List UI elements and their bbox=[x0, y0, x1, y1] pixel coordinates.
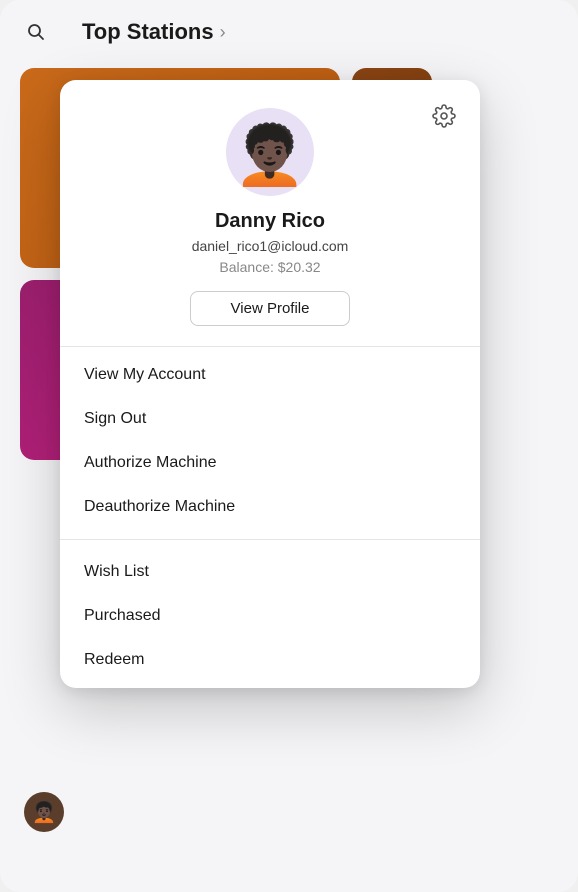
settings-button[interactable] bbox=[428, 100, 460, 132]
menu-item-purchased[interactable]: Purchased bbox=[60, 594, 480, 638]
menu-item-deauthorize[interactable]: Deauthorize Machine bbox=[60, 485, 480, 529]
page-title: Top Stations › bbox=[82, 19, 226, 45]
menu-item-view-account[interactable]: View My Account bbox=[60, 353, 480, 397]
app-background: Top Stations › Music C A Music 🧑🏿‍🦱 bbox=[0, 0, 578, 892]
menu-item-wish-list[interactable]: Wish List bbox=[60, 550, 480, 594]
menu-item-authorize[interactable]: Authorize Machine bbox=[60, 441, 480, 485]
menu-section-1: View My Account Sign Out Authorize Machi… bbox=[60, 347, 480, 535]
user-email: daniel_rico1@icloud.com bbox=[192, 238, 349, 254]
search-button[interactable] bbox=[20, 16, 52, 48]
user-balance: Balance: $20.32 bbox=[219, 259, 320, 275]
view-profile-button[interactable]: View Profile bbox=[190, 291, 351, 326]
dropdown-header: 🧑🏿‍🦱 Danny Rico daniel_rico1@icloud.com … bbox=[60, 80, 480, 346]
menu-section-2: Wish List Purchased Redeem bbox=[60, 544, 480, 688]
small-avatar: 🧑🏿‍🦱 bbox=[24, 792, 64, 832]
menu-item-redeem[interactable]: Redeem bbox=[60, 638, 480, 682]
user-dropdown: 🧑🏿‍🦱 Danny Rico daniel_rico1@icloud.com … bbox=[60, 80, 480, 688]
chevron-right-icon: › bbox=[220, 22, 226, 43]
app-header: Top Stations › bbox=[0, 0, 578, 64]
avatar-emoji: 🧑🏿‍🦱 bbox=[234, 127, 306, 185]
user-avatar: 🧑🏿‍🦱 bbox=[226, 108, 314, 196]
user-name: Danny Rico bbox=[215, 210, 325, 233]
menu-item-sign-out[interactable]: Sign Out bbox=[60, 397, 480, 441]
divider-2 bbox=[60, 539, 480, 540]
title-text: Top Stations bbox=[82, 19, 214, 45]
